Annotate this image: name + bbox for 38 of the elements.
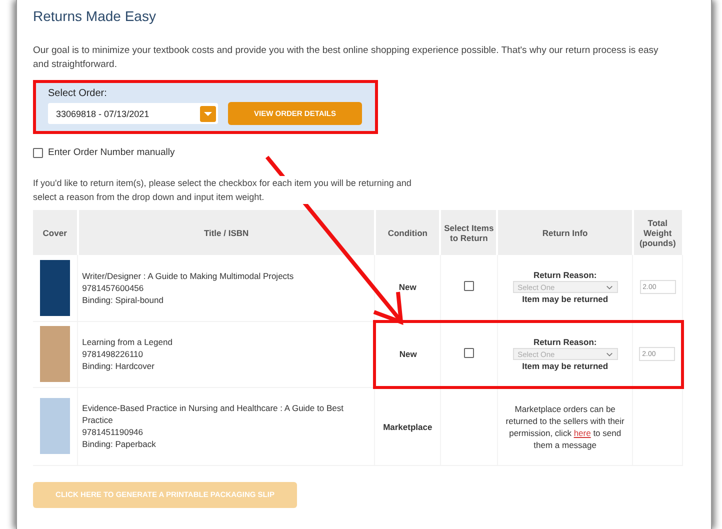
return-item-checkbox[interactable] (464, 281, 474, 292)
page-heading: Returns Made Easy (33, 8, 157, 24)
book-cover-placeholder (40, 398, 70, 454)
book-isbn: 9781457600456 (82, 282, 145, 294)
book-binding: Binding: Paperback (82, 438, 157, 450)
marketplace-message: Marketplace orders can be returned to the sellers with their permission, click here to send them a message (504, 402, 626, 450)
return-status-text: Item may be returned (521, 361, 610, 371)
return-item-checkbox[interactable] (464, 348, 474, 358)
return-status-text: Item may be returned (521, 294, 610, 304)
book-binding: Binding: Hardcover (82, 360, 156, 372)
column-header: Cover (33, 210, 78, 255)
caret-icon (200, 106, 216, 122)
column-header: Condition (374, 210, 440, 255)
column-header: Select Items to Return (440, 210, 498, 255)
manual-entry-checkbox[interactable] (33, 148, 43, 158)
order-dropdown[interactable]: 33069818 - 07/13/2021 (48, 103, 218, 124)
book-cover-placeholder (40, 326, 70, 382)
book-binding: Binding: Spiral-bound (82, 294, 164, 306)
message-link[interactable]: here (574, 428, 591, 438)
column-header: Return Info (497, 210, 633, 255)
return-reason-label: Return Reason: (532, 337, 598, 347)
condition-text: New (399, 349, 417, 359)
condition-text: Marketplace (383, 422, 432, 432)
chevron-icon (606, 352, 613, 356)
book-isbn: 9781498226110 (82, 348, 144, 360)
book-title: Writer/Designer : A Guide to Making Multimodal Projects (82, 270, 295, 282)
manual-entry-label: Enter Order Number manually (48, 147, 175, 158)
book-cover-placeholder (40, 260, 70, 316)
book-title: Evidence-Based Practice in Nursing and Healthcare : A Guide to Best Practice (82, 402, 344, 426)
condition-text: New (398, 282, 416, 292)
intro-text: Our goal is to minimize your textbook costs and provide you with the best online shopping experience possible. That's why our return process is easy and straightforward. (33, 44, 660, 72)
chevron-icon (606, 284, 613, 290)
book-title: Learning from a Legend (82, 336, 174, 348)
column-header: Total Weight (pounds) (632, 210, 682, 255)
book-isbn: 9781451190946 (82, 426, 144, 438)
select-order-label: Select Order: (48, 88, 108, 99)
column-header: Title / ISBN (78, 210, 375, 255)
return-reason-label: Return Reason: (532, 270, 598, 280)
